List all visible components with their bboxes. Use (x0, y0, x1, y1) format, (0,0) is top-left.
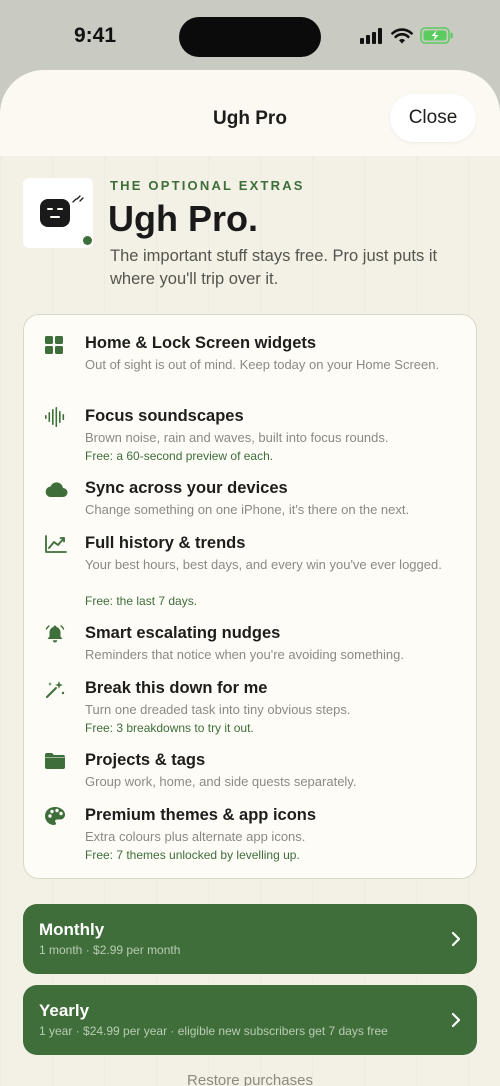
feature-description: Out of sight is out of mind. Keep today … (85, 357, 440, 372)
feature-title: Sync across your devices (85, 479, 288, 497)
close-button[interactable]: Close (390, 94, 476, 142)
hero-title: Ugh Pro. (108, 198, 258, 239)
paywall-sheet: Ugh Pro Close THE OPTIONAL EXTRAS Ugh Pr… (0, 70, 500, 1086)
feature-description: Extra colours plus alternate app icons. (85, 829, 306, 844)
restore-purchases-link[interactable]: Restore purchases (0, 1072, 500, 1086)
plan-detail: 1 year · $24.99 per year · eligible new … (39, 1024, 388, 1038)
plan-title: Yearly (39, 1001, 90, 1020)
status-bar: 9:41 (0, 0, 500, 72)
chart-icon (44, 534, 68, 556)
feature-description: Group work, home, and side quests separa… (85, 774, 357, 789)
feature-title: Full history & trends (85, 534, 246, 552)
widgets-icon (44, 334, 68, 356)
eyebrow-label: THE OPTIONAL EXTRAS (110, 178, 305, 193)
feature-description: Brown noise, rain and waves, built into … (85, 430, 389, 445)
nav-bar: Ugh Pro Close (0, 70, 500, 156)
feature-description: Turn one dreaded task into tiny obvious … (85, 702, 351, 717)
bell-icon (44, 624, 68, 646)
plan-yearly-button[interactable]: Yearly 1 year · $24.99 per year · eligib… (23, 985, 477, 1055)
feature-title: Home & Lock Screen widgets (85, 334, 317, 352)
feature-free-note: Free: 7 themes unlocked by levelling up. (85, 848, 300, 862)
feature-description: Your best hours, best days, and every wi… (85, 557, 442, 572)
wifi-icon (391, 27, 413, 43)
feature-title: Projects & tags (85, 751, 206, 769)
dynamic-island (179, 17, 321, 57)
chevron-right-icon (451, 931, 461, 947)
battery-icon (420, 27, 453, 44)
feature-description: Reminders that notice when you're avoidi… (85, 647, 404, 662)
feature-title: Break this down for me (85, 679, 268, 697)
palette-icon (44, 806, 68, 828)
feature-title: Focus soundscapes (85, 407, 244, 425)
plan-title: Monthly (39, 920, 105, 939)
hero-subtitle: The important stuff stays free. Pro just… (110, 247, 438, 288)
waveform-icon (44, 407, 68, 429)
cloud-icon (44, 479, 68, 501)
feature-free-note: Free: the last 7 days. (85, 594, 198, 608)
signal-icon (360, 27, 382, 44)
app-face-icon (40, 199, 70, 227)
status-time: 9:41 (74, 24, 117, 47)
feature-title: Premium themes & app icons (85, 806, 317, 824)
chevron-right-icon (451, 1012, 461, 1028)
status-icons (360, 27, 454, 44)
feature-description: Change something on one iPhone, it's the… (85, 502, 410, 517)
magic-wand-icon (44, 679, 68, 701)
plan-monthly-button[interactable]: Monthly 1 month · $2.99 per month (23, 904, 477, 974)
status-dot (83, 236, 92, 245)
plan-detail: 1 month · $2.99 per month (39, 943, 181, 957)
feature-free-note: Free: a 60-second preview of each. (85, 449, 274, 463)
folder-icon (44, 751, 68, 773)
feature-free-note: Free: 3 breakdowns to try it out. (85, 721, 254, 735)
sweat-lines-icon (72, 195, 84, 203)
features-card: Home & Lock Screen widgets Out of sight … (23, 314, 477, 879)
feature-title: Smart escalating nudges (85, 624, 281, 642)
